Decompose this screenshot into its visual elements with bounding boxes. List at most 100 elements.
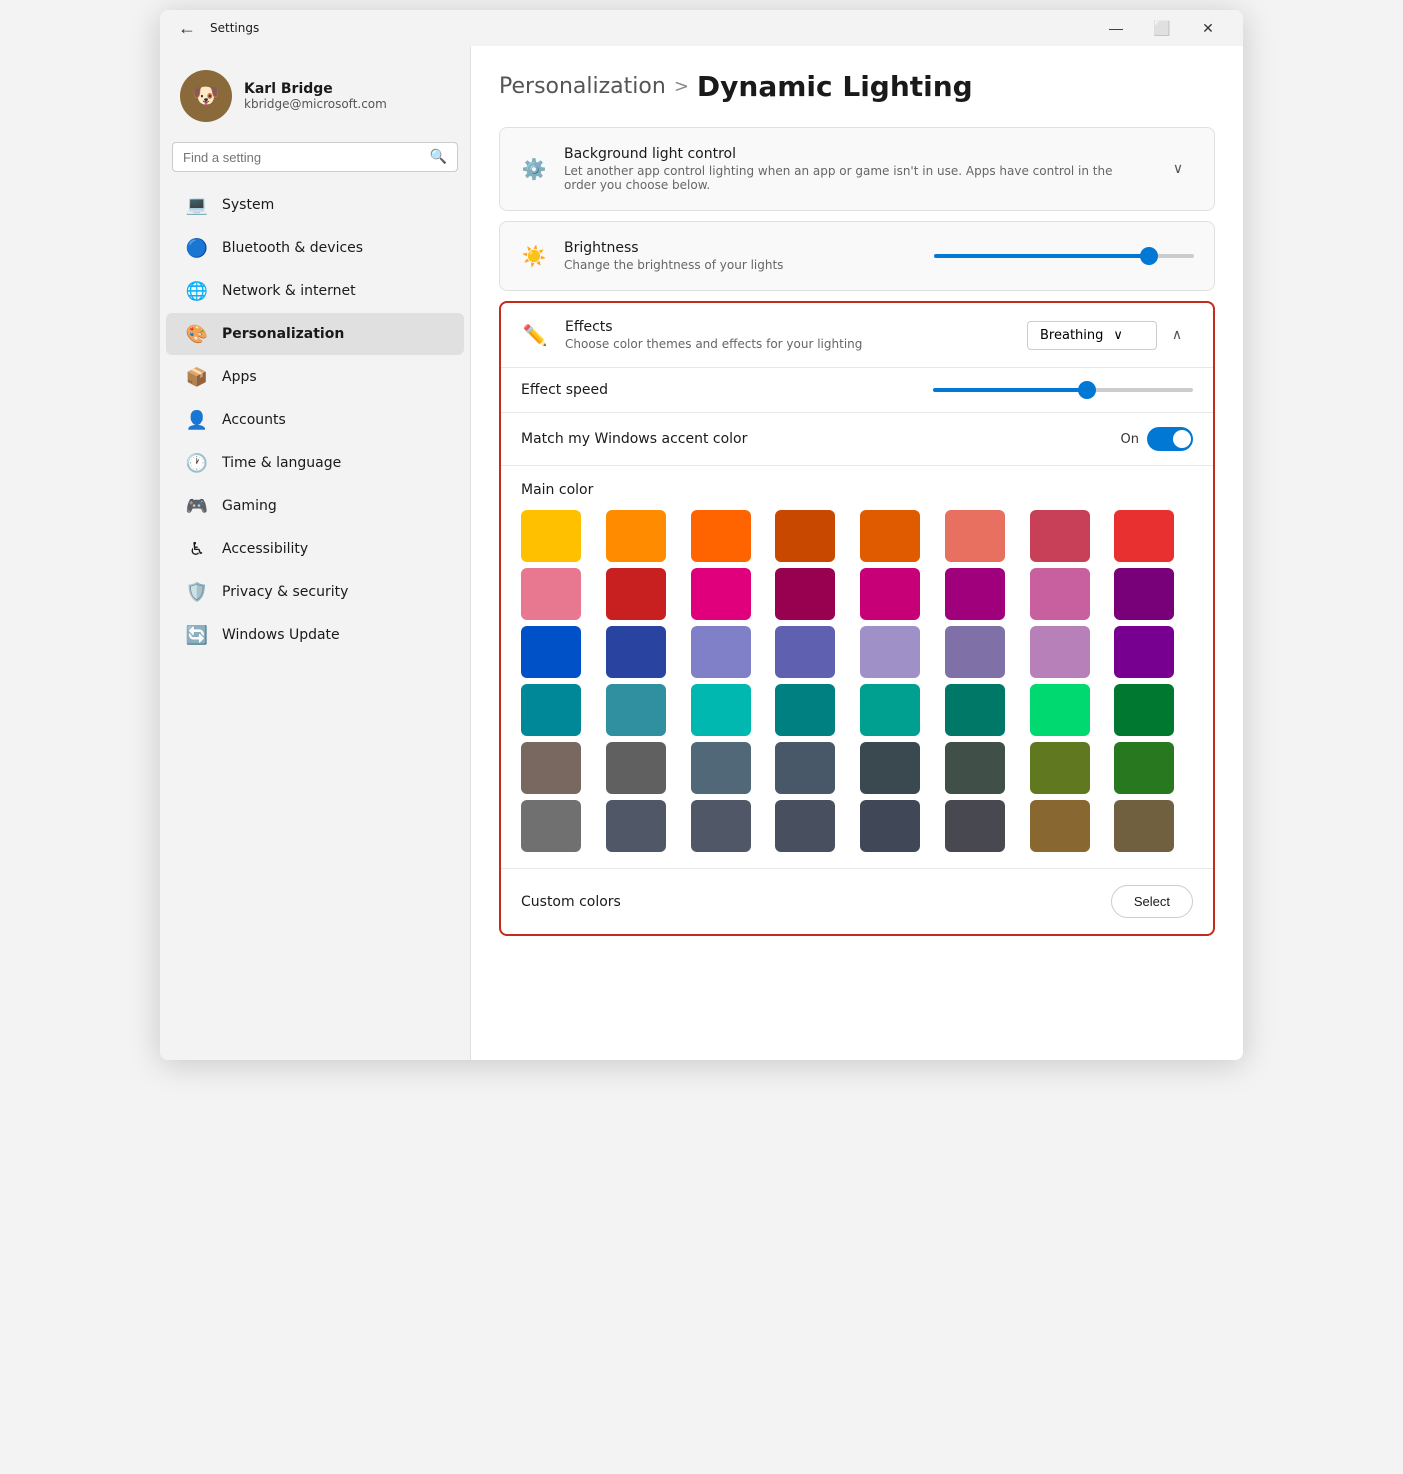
sidebar-item-label: Personalization — [222, 326, 344, 342]
effect-speed-label: Effect speed — [521, 382, 917, 398]
sidebar-item-gaming[interactable]: 🎮 Gaming — [166, 485, 464, 527]
minimize-button[interactable]: — — [1093, 10, 1139, 46]
main-content: Personalization > Dynamic Lighting ⚙️ Ba… — [470, 46, 1243, 1060]
effects-desc: Choose color themes and effects for your… — [565, 337, 1011, 351]
on-label: On — [1121, 432, 1139, 447]
color-swatch[interactable] — [691, 800, 751, 852]
background-light-row[interactable]: ⚙️ Background light control Let another … — [500, 128, 1214, 210]
sidebar-item-time[interactable]: 🕐 Time & language — [166, 442, 464, 484]
sidebar-item-privacy[interactable]: 🛡️ Privacy & security — [166, 571, 464, 613]
effects-controls: Breathing ∨ ∧ — [1027, 319, 1193, 351]
color-swatch[interactable] — [775, 568, 835, 620]
color-swatch[interactable] — [945, 568, 1005, 620]
color-swatch[interactable] — [860, 626, 920, 678]
user-profile[interactable]: 🐶 Karl Bridge kbridge@microsoft.com — [160, 58, 470, 142]
match-accent-toggle[interactable] — [1147, 427, 1193, 451]
color-swatch[interactable] — [691, 684, 751, 736]
color-swatch[interactable] — [1030, 742, 1090, 794]
bluetooth-icon: 🔵 — [186, 237, 208, 259]
color-swatch[interactable] — [521, 626, 581, 678]
color-swatch[interactable] — [521, 800, 581, 852]
color-swatch[interactable] — [860, 742, 920, 794]
color-swatch[interactable] — [860, 684, 920, 736]
select-button[interactable]: Select — [1111, 885, 1193, 918]
color-swatch[interactable] — [860, 510, 920, 562]
effects-collapse-btn[interactable]: ∧ — [1161, 319, 1193, 351]
color-swatch[interactable] — [1030, 626, 1090, 678]
custom-colors-label: Custom colors — [521, 894, 621, 910]
color-swatch[interactable] — [691, 568, 751, 620]
color-swatch[interactable] — [521, 742, 581, 794]
color-swatch[interactable] — [945, 742, 1005, 794]
sidebar-item-label: Privacy & security — [222, 584, 348, 600]
network-icon: 🌐 — [186, 280, 208, 302]
color-swatch[interactable] — [521, 510, 581, 562]
effects-selected-label: Breathing — [1040, 328, 1103, 343]
maximize-button[interactable]: ⬜ — [1139, 10, 1185, 46]
color-swatch[interactable] — [945, 684, 1005, 736]
chevron-down-icon: ∨ — [1113, 328, 1123, 343]
color-swatch[interactable] — [691, 742, 751, 794]
color-swatch[interactable] — [860, 800, 920, 852]
color-swatch[interactable] — [521, 684, 581, 736]
sidebar-item-personalization[interactable]: 🎨 Personalization — [166, 313, 464, 355]
search-box[interactable]: 🔍 — [172, 142, 458, 172]
color-swatch[interactable] — [860, 568, 920, 620]
sidebar-item-network[interactable]: 🌐 Network & internet — [166, 270, 464, 312]
color-swatch[interactable] — [945, 800, 1005, 852]
color-swatch[interactable] — [945, 626, 1005, 678]
sidebar-item-update[interactable]: 🔄 Windows Update — [166, 614, 464, 656]
back-button[interactable]: ← — [172, 16, 202, 41]
sidebar-item-system[interactable]: 💻 System — [166, 184, 464, 226]
effect-speed-slider[interactable] — [933, 388, 1193, 392]
color-swatch[interactable] — [691, 626, 751, 678]
color-swatch[interactable] — [606, 684, 666, 736]
color-swatch[interactable] — [521, 568, 581, 620]
gaming-icon: 🎮 — [186, 495, 208, 517]
color-swatch[interactable] — [775, 684, 835, 736]
color-swatch[interactable] — [775, 510, 835, 562]
color-swatch[interactable] — [1030, 568, 1090, 620]
nav-list: 💻 System 🔵 Bluetooth & devices 🌐 Network… — [160, 184, 470, 656]
match-accent-label: Match my Windows accent color — [521, 431, 1121, 447]
search-icon: 🔍 — [430, 149, 447, 165]
color-swatch[interactable] — [691, 510, 751, 562]
color-grid-section: Main color — [501, 466, 1213, 869]
color-swatch[interactable] — [606, 626, 666, 678]
color-swatch[interactable] — [1114, 626, 1174, 678]
color-swatch[interactable] — [1114, 684, 1174, 736]
color-swatch[interactable] — [775, 742, 835, 794]
color-swatch[interactable] — [1030, 800, 1090, 852]
color-swatch[interactable] — [1030, 510, 1090, 562]
effects-dropdown[interactable]: Breathing ∨ — [1027, 321, 1157, 350]
sidebar-item-bluetooth[interactable]: 🔵 Bluetooth & devices — [166, 227, 464, 269]
color-swatch[interactable] — [775, 626, 835, 678]
brightness-text: Brightness Change the brightness of your… — [564, 240, 918, 272]
color-swatch[interactable] — [1114, 568, 1174, 620]
color-swatch[interactable] — [945, 510, 1005, 562]
sidebar-item-label: Time & language — [222, 455, 341, 471]
user-name: Karl Bridge — [244, 81, 387, 97]
color-swatch[interactable] — [606, 568, 666, 620]
effects-header: ✏️ Effects Choose color themes and effec… — [501, 303, 1213, 368]
sidebar-item-apps[interactable]: 📦 Apps — [166, 356, 464, 398]
close-button[interactable]: ✕ — [1185, 10, 1231, 46]
settings-window: ← Settings — ⬜ ✕ 🐶 Karl Bridge kbridge@m… — [160, 10, 1243, 1060]
background-light-expand[interactable]: ∨ — [1162, 153, 1194, 185]
system-icon: 💻 — [186, 194, 208, 216]
color-swatch[interactable] — [606, 800, 666, 852]
color-swatch[interactable] — [606, 742, 666, 794]
brightness-card: ☀️ Brightness Change the brightness of y… — [499, 221, 1215, 291]
sidebar-item-accounts[interactable]: 👤 Accounts — [166, 399, 464, 441]
search-input[interactable] — [183, 150, 422, 165]
accounts-icon: 👤 — [186, 409, 208, 431]
color-swatch[interactable] — [606, 510, 666, 562]
color-swatch[interactable] — [775, 800, 835, 852]
sidebar-item-accessibility[interactable]: ♿ Accessibility — [166, 528, 464, 570]
color-swatch[interactable] — [1030, 684, 1090, 736]
sidebar-item-label: Accounts — [222, 412, 286, 428]
brightness-slider[interactable] — [934, 254, 1194, 258]
color-swatch[interactable] — [1114, 742, 1174, 794]
color-swatch[interactable] — [1114, 800, 1174, 852]
color-swatch[interactable] — [1114, 510, 1174, 562]
